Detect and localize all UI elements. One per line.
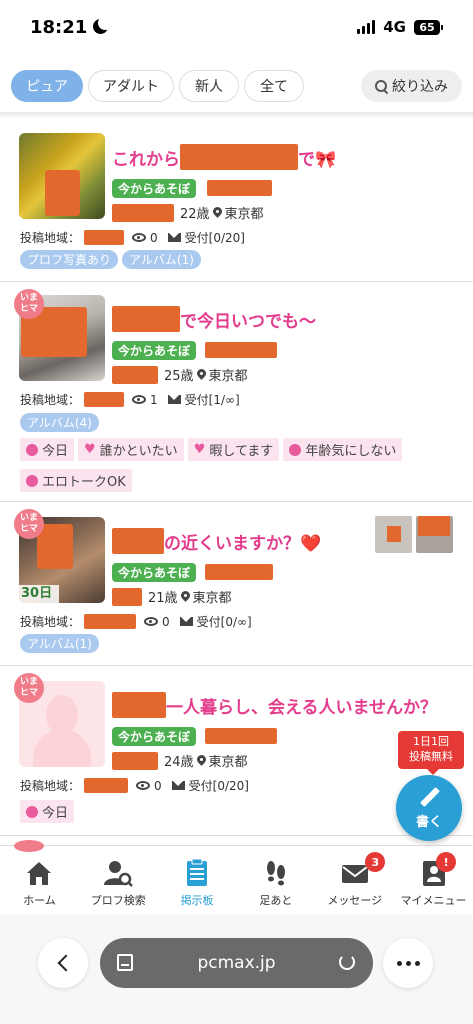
post-title[interactable]: の近くいますか？❤️ [112,528,321,554]
smile-icon [289,443,302,456]
hashtag-chip[interactable]: エロトークOK [20,469,132,492]
location-pin-icon [197,369,206,381]
clock-icon [26,805,38,818]
location-pin-icon [213,207,222,219]
envelope-icon [167,233,181,242]
location-pin-icon [181,591,190,603]
clock-icon [26,443,38,456]
board-post[interactable]: いま ヒマ 30日 の近くいますか？❤️ 今からあそぼ 21歳 東京都 投稿地域… [0,502,473,666]
refine-button[interactable]: 絞り込み [361,70,462,102]
post-title[interactable]: で今日いつでも～ [112,306,316,332]
tab-adult[interactable]: アダルト [88,70,174,102]
heart-icon: ♥ [193,442,206,457]
play-now-tag: 今からあそぼ [112,341,197,360]
status-bar: 18:21 4G 65 [0,0,473,54]
battery-icon: 65 [414,19,443,35]
album-pill[interactable]: アルバム(1) [20,634,99,653]
write-label: 書く [415,814,442,830]
network-type: 4G [383,18,406,36]
eye-icon [132,395,147,404]
post-stats: 投稿地域： 0 受付[0/20] [20,778,249,793]
tab-new[interactable]: 新人 [179,70,239,102]
hashtag-chip[interactable]: ♥ 誰かといたい [78,438,184,461]
post-stats: 投稿地域： 1 受付[1/∞] [20,392,240,407]
url-text: pcmax.jp [197,953,276,973]
board-icon [187,858,208,886]
tab-overview-icon[interactable] [117,954,133,971]
search-icon [375,79,388,93]
hashtag-chip[interactable]: 今日 [20,438,75,461]
eye-icon [132,233,147,242]
location-pin-icon [197,755,206,767]
nav-footprints[interactable]: 足あと [236,846,315,915]
nav-my-menu[interactable]: ! マイメニュー [394,846,473,915]
tab-pure[interactable]: ピュア [11,70,83,102]
hashtag-chip[interactable]: 今日 [20,800,75,823]
envelope-icon [171,781,185,790]
post-stats: 投稿地域： 0 受付[0/∞] [20,614,252,629]
free-post-note: 1日1回 投稿無料 [398,731,464,775]
footprints-icon [266,861,285,886]
write-post-button[interactable]: 書く [396,775,462,841]
nav-home[interactable]: ホーム [0,846,79,915]
my-menu-badge: ! [436,852,457,872]
browser-toolbar: pcmax.jp [0,915,473,1024]
home-icon [27,862,52,885]
profile-meta: 24歳 東京都 [112,751,248,770]
more-dots-icon [396,960,420,966]
chevron-left-icon [57,954,75,972]
nav-messages[interactable]: 3 メッセージ [315,846,394,915]
moon-icon [93,16,113,35]
profile-meta: 21歳 東京都 [112,587,232,606]
heart-icon: ♥ [84,442,96,457]
battery-level: 65 [414,19,440,35]
filter-bar: ピュア アダルト 新人 全て 絞り込み [0,66,473,106]
board-post[interactable]: いま ヒマ で今日いつでも～ 今からあそぼ 25歳 東京都 投稿地域： 1 受付… [0,282,473,553]
play-now-tag: 今からあそぼ [112,179,197,198]
more-button[interactable] [383,938,433,988]
envelope-icon [167,395,181,404]
profile-search-icon [104,861,134,887]
smile-icon [26,474,38,487]
ima-hima-badge: いま ヒマ [14,509,44,539]
ima-hima-badge: いま ヒマ [14,673,44,703]
profile-photo-pill: プロフ写真あり [20,250,119,269]
post-title[interactable]: 一人暮らし、会える人いませんか？ [112,692,437,718]
eye-icon [136,781,151,790]
ima-hima-badge: いま ヒマ [14,289,44,319]
board-post[interactable]: これから で🎀 今からあそぼ 22歳 東京都 投稿地域： 0 受付[0/20] … [0,118,473,282]
reload-icon[interactable] [339,954,355,970]
status-time: 18:21 [30,16,88,38]
back-button[interactable] [38,938,88,988]
refine-label: 絞り込み [392,79,448,95]
nav-profile-search[interactable]: プロフ検索 [79,846,158,915]
hashtag-chip[interactable]: ♥ 暇してます [187,438,280,461]
profile-meta: 22歳 東京都 [112,203,264,222]
eye-icon [144,617,159,626]
album-pill[interactable]: アルバム(4) [20,413,99,432]
signal-icon [357,20,376,34]
avatar[interactable] [19,133,105,219]
envelope-icon [179,617,193,626]
ima-hima-badge [14,840,44,852]
bottom-nav: ホーム プロフ検索 掲示板 足あと 3 メッセージ ! マイメニュー [0,845,473,915]
post-stats: 投稿地域： 0 受付[0/20] [20,230,245,245]
new-member-badge: 30日 [19,585,59,603]
profile-meta: 25歳 東京都 [112,365,248,384]
album-pill[interactable]: アルバム(1) [122,250,201,269]
tab-all[interactable]: 全て [244,70,304,102]
post-title[interactable]: これから で🎀 [112,144,336,170]
play-now-tag: 今からあそぼ [112,563,197,582]
address-bar[interactable]: pcmax.jp [100,938,373,988]
hashtag-chip[interactable]: 年齢気にしない [283,438,403,461]
nav-board[interactable]: 掲示板 [158,846,237,915]
pen-icon [418,787,440,809]
play-now-tag: 今からあそぼ [112,727,197,746]
message-badge: 3 [365,852,386,872]
